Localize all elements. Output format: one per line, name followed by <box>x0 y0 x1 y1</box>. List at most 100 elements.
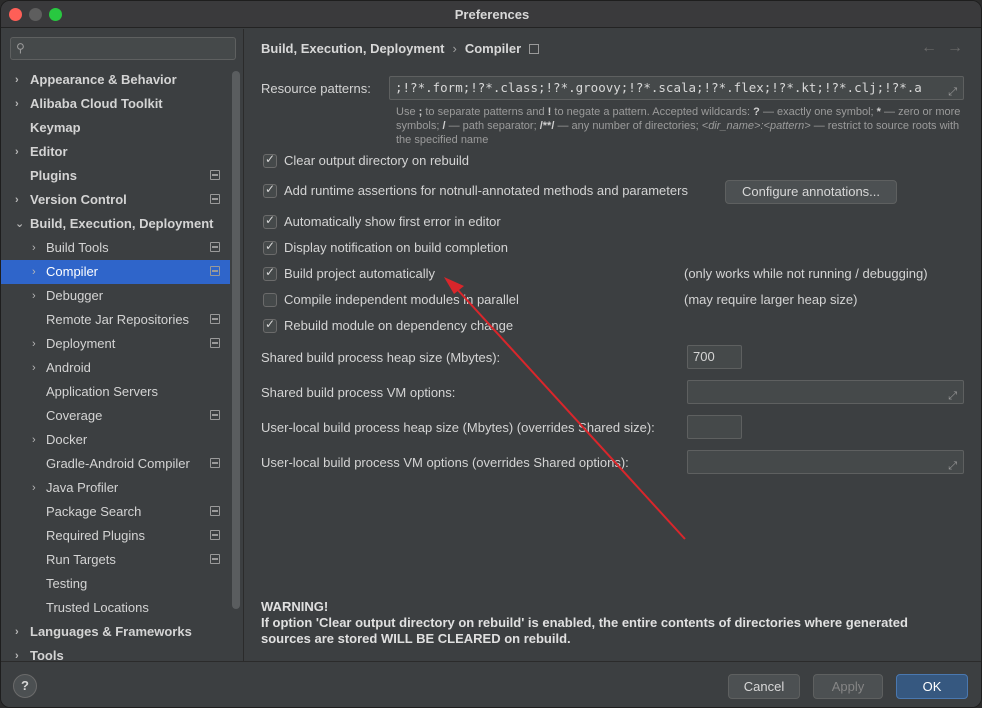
sidebar-item-deployment[interactable]: › Deployment <box>1 332 230 356</box>
show-first-error-checkbox[interactable] <box>263 213 277 229</box>
sidebar-item-package-search[interactable]: Package Search <box>1 500 230 524</box>
sidebar-item-remote-jar-repositories[interactable]: Remote Jar Repositories <box>1 308 230 332</box>
sidebar-item-label: Version Control <box>30 192 127 207</box>
chevron-down-icon[interactable]: ⌄ <box>15 212 24 236</box>
hint-token: ; <box>418 106 423 118</box>
expand-icon[interactable]: ⤢ <box>948 81 957 99</box>
sidebar-item-languages-frameworks[interactable]: › Languages & Frameworks <box>1 620 230 644</box>
breadcrumb: Build, Execution, Deployment › Compiler <box>261 41 540 56</box>
show-first-error-label[interactable]: Automatically show first error in editor <box>284 214 501 229</box>
sidebar-item-run-targets[interactable]: Run Targets <box>1 548 230 572</box>
hint-text: — any number of directories; <box>557 120 699 132</box>
sidebar-item-label: Editor <box>30 144 68 159</box>
sidebar-item-label: Build Tools <box>46 240 109 255</box>
breadcrumb-parent[interactable]: Build, Execution, Deployment <box>261 41 444 56</box>
chevron-right-icon[interactable]: › <box>15 620 19 644</box>
sidebar-item-appearance-behavior[interactable]: › Appearance & Behavior <box>1 68 230 92</box>
chevron-right-icon[interactable]: › <box>15 92 19 116</box>
chevron-right-icon[interactable]: › <box>15 188 19 212</box>
hint-text: Use <box>396 106 416 118</box>
sidebar-item-label: Build, Execution, Deployment <box>30 216 214 231</box>
shared-heap-input[interactable]: 700 <box>687 345 742 369</box>
chevron-right-icon[interactable]: › <box>32 260 36 284</box>
sidebar-item-label: Plugins <box>30 168 77 183</box>
build-automatically-checkbox[interactable] <box>263 265 277 281</box>
build-automatically-label[interactable]: Build project automatically <box>284 266 435 281</box>
rebuild-dependency-label[interactable]: Rebuild module on dependency change <box>284 318 513 333</box>
project-scope-icon <box>210 506 220 516</box>
ok-button[interactable]: OK <box>896 674 968 699</box>
chevron-right-icon[interactable]: › <box>15 140 19 164</box>
sidebar-scrollbar[interactable] <box>232 71 240 609</box>
apply-button[interactable]: Apply <box>813 674 883 699</box>
sidebar-item-application-servers[interactable]: Application Servers <box>1 380 230 404</box>
display-notification-label[interactable]: Display notification on build completion <box>284 240 508 255</box>
chevron-right-icon[interactable]: › <box>32 428 36 452</box>
compile-parallel-label[interactable]: Compile independent modules in parallel <box>284 292 519 307</box>
resource-patterns-input[interactable]: ;!?*.form;!?*.class;!?*.groovy;!?*.scala… <box>389 76 964 100</box>
resource-patterns-value: ;!?*.form;!?*.class;!?*.groovy;!?*.scala… <box>395 80 922 95</box>
sidebar-item-build-execution-deployment[interactable]: ⌄ Build, Execution, Deployment <box>1 212 230 236</box>
sidebar-item-plugins[interactable]: Plugins <box>1 164 230 188</box>
sidebar-item-keymap[interactable]: Keymap <box>1 116 230 140</box>
chevron-right-icon[interactable]: › <box>32 476 36 500</box>
project-scope-icon <box>210 530 220 540</box>
breadcrumb-current: Compiler <box>464 41 522 56</box>
sidebar-item-label: Run Targets <box>46 552 116 567</box>
clear-output-checkbox[interactable] <box>263 152 277 168</box>
cancel-button[interactable]: Cancel <box>728 674 800 699</box>
minimize-window-button[interactable] <box>29 8 42 21</box>
sidebar-item-docker[interactable]: › Docker <box>1 428 230 452</box>
user-heap-input[interactable] <box>687 415 742 439</box>
sidebar-item-java-profiler[interactable]: › Java Profiler <box>1 476 230 500</box>
chevron-right-icon[interactable]: › <box>32 356 36 380</box>
settings-search-input[interactable]: ⚲ <box>10 37 236 60</box>
expand-icon[interactable]: ⤢ <box>948 455 957 477</box>
display-notification-checkbox[interactable] <box>263 239 277 255</box>
user-vm-input[interactable]: ⤢ <box>687 450 964 474</box>
sidebar-item-label: Java Profiler <box>46 480 119 495</box>
configure-annotations-button[interactable]: Configure annotations... <box>725 180 897 204</box>
forward-arrow-icon[interactable]: → <box>947 39 973 56</box>
project-scope-icon <box>210 314 220 324</box>
expand-icon[interactable]: ⤢ <box>948 385 957 407</box>
sidebar-item-label: Gradle-Android Compiler <box>46 456 190 471</box>
sidebar-item-version-control[interactable]: › Version Control <box>1 188 230 212</box>
back-arrow-icon[interactable]: ← <box>921 39 947 56</box>
sidebar-item-required-plugins[interactable]: Required Plugins <box>1 524 230 548</box>
sidebar-item-gradle-android-compiler[interactable]: Gradle-Android Compiler <box>1 452 230 476</box>
help-button[interactable]: ? <box>13 674 37 698</box>
chevron-right-icon[interactable]: › <box>32 236 36 260</box>
sidebar-item-label: Coverage <box>46 408 103 423</box>
close-window-button[interactable] <box>9 8 22 21</box>
rebuild-dependency-checkbox[interactable] <box>263 317 277 333</box>
sidebar-item-label: Required Plugins <box>46 528 146 543</box>
runtime-assertions-label[interactable]: Add runtime assertions for notnull-annot… <box>284 183 688 198</box>
sidebar-item-debugger[interactable]: › Debugger <box>1 284 230 308</box>
shared-heap-label: Shared build process heap size (Mbytes): <box>261 350 501 365</box>
sidebar-item-editor[interactable]: › Editor <box>1 140 230 164</box>
chevron-right-icon[interactable]: › <box>32 284 36 308</box>
sidebar-item-build-tools[interactable]: › Build Tools <box>1 236 230 260</box>
chevron-right-icon[interactable]: › <box>32 332 36 356</box>
sidebar-item-coverage[interactable]: Coverage <box>1 404 230 428</box>
compile-parallel-checkbox[interactable] <box>263 293 277 307</box>
sidebar-item-android[interactable]: › Android <box>1 356 230 380</box>
project-scope-icon <box>210 338 220 348</box>
clear-output-label[interactable]: Clear output directory on rebuild <box>284 153 469 168</box>
dialog-footer: ? Cancel Apply OK <box>1 661 981 707</box>
sidebar-item-alibaba-cloud-toolkit[interactable]: › Alibaba Cloud Toolkit <box>1 92 230 116</box>
resource-patterns-hint: Use ; to separate patterns and ! to nega… <box>396 105 966 147</box>
sidebar-item-compiler[interactable]: › Compiler <box>1 260 230 284</box>
sidebar-item-testing[interactable]: Testing <box>1 572 230 596</box>
sidebar-item-label: Debugger <box>46 288 104 303</box>
hint-token: / <box>442 120 446 132</box>
shared-vm-input[interactable]: ⤢ <box>687 380 964 404</box>
chevron-right-icon[interactable]: › <box>15 68 19 92</box>
hint-token: * <box>876 106 881 118</box>
runtime-assertions-checkbox[interactable] <box>263 182 277 198</box>
project-scope-icon <box>210 266 220 276</box>
maximize-window-button[interactable] <box>49 8 62 21</box>
sidebar-item-label: Remote Jar Repositories <box>46 312 190 327</box>
sidebar-item-trusted-locations[interactable]: Trusted Locations <box>1 596 230 620</box>
